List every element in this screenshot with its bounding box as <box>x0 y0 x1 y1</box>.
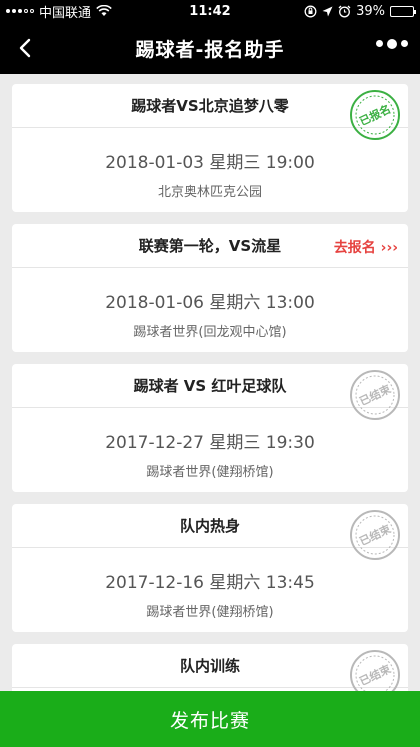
stamp-label: 已结束 <box>357 521 394 548</box>
match-place: 踢球者世界(健翔桥馆) <box>146 605 274 620</box>
match-title: 联赛第一轮，VS流星 <box>138 237 282 255</box>
rotation-lock-icon <box>304 5 317 17</box>
match-card[interactable]: 踢球者 VS 红叶足球队 已结束 2017-12-27 星期三 19:30 踢球… <box>12 364 408 492</box>
match-title-row: 联赛第一轮，VS流星 去报名 ››› <box>12 224 408 268</box>
match-card[interactable]: 踢球者VS北京追梦八零 已报名 2018-01-03 星期三 19:00 北京奥… <box>12 84 408 212</box>
match-card[interactable]: 队内热身 已结束 2017-12-16 星期六 13:45 踢球者世界(健翔桥馆… <box>12 504 408 632</box>
page-title: 踢球者-报名助手 <box>135 38 285 61</box>
match-time: 2018-01-06 星期六 13:00 <box>105 293 315 313</box>
match-title: 队内训练 <box>179 657 240 675</box>
carrier-name: 中国联通 <box>39 5 92 21</box>
location-icon <box>322 6 333 16</box>
stamp-label: 已报名 <box>357 102 393 129</box>
stamp-label: 已结束 <box>357 381 394 408</box>
ended-stamp-icon: 已结束 <box>350 510 400 560</box>
match-card[interactable]: 联赛第一轮，VS流星 去报名 ››› 2018-01-06 星期六 13:00 … <box>12 224 408 352</box>
battery-icon <box>390 5 416 17</box>
match-place: 北京奥林匹克公园 <box>157 185 262 200</box>
match-title-row: 踢球者 VS 红叶足球队 已结束 <box>12 364 408 420</box>
nav-bar: 踢球者-报名助手 <box>0 22 420 74</box>
match-title: 队内热身 <box>179 517 240 535</box>
match-title: 踢球者 VS 红叶足球队 <box>133 377 287 395</box>
match-place: 踢球者世界(回龙观中心馆) <box>133 325 287 340</box>
match-title-row: 踢球者VS北京追梦八零 已报名 <box>12 84 408 140</box>
battery-percent: 39% <box>356 3 385 19</box>
signup-link[interactable]: 去报名 ››› <box>334 237 398 257</box>
match-place: 踢球者世界(健翔桥馆) <box>146 465 274 480</box>
alarm-icon <box>338 5 351 17</box>
match-title: 踢球者VS北京追梦八零 <box>131 97 289 115</box>
more-icon[interactable] <box>376 38 408 49</box>
match-title-row: 队内训练 已结束 <box>12 644 408 700</box>
publish-match-button[interactable]: 发布比赛 <box>0 691 420 747</box>
status-bar: 中国联通 11:42 39% <box>0 0 420 22</box>
registered-stamp-icon: 已报名 <box>350 90 400 140</box>
ended-stamp-icon: 已结束 <box>350 370 400 420</box>
match-title-row: 队内热身 已结束 <box>12 504 408 560</box>
stamp-label: 已结束 <box>357 661 394 688</box>
back-icon[interactable] <box>12 34 40 62</box>
wifi-icon <box>96 5 112 16</box>
signal-icon <box>6 9 34 13</box>
